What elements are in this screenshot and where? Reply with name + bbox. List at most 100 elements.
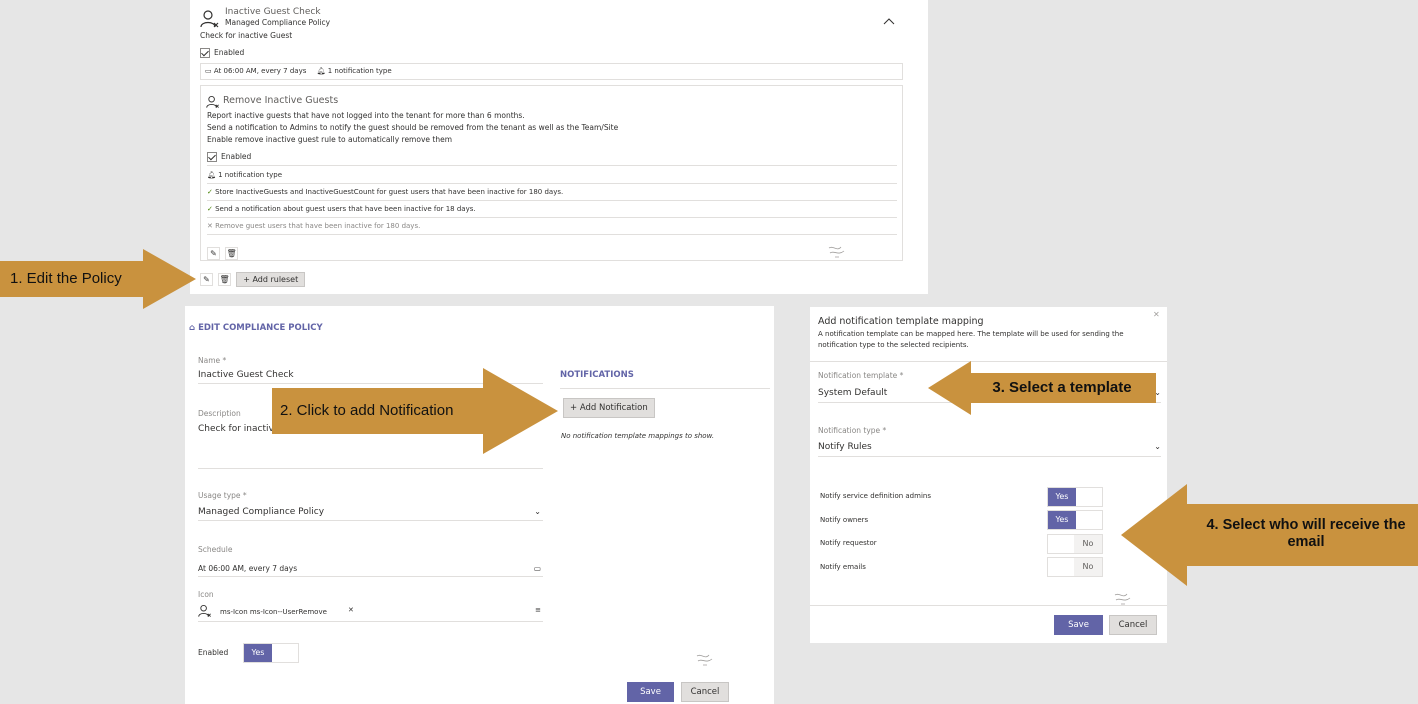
watermark-logo-icon bbox=[696, 654, 713, 666]
name-label: Name * bbox=[198, 356, 227, 365]
schedule-label: Schedule bbox=[198, 545, 233, 554]
toggle-on: Yes bbox=[1048, 488, 1076, 506]
no-mappings-text: No notification template mappings to sho… bbox=[561, 432, 715, 440]
enabled-label: Enabled bbox=[221, 152, 252, 161]
template-label: Notification template * bbox=[818, 371, 904, 380]
notifications-heading: NOTIFICATIONS bbox=[560, 370, 634, 380]
chevron-down-icon: ⌄ bbox=[534, 507, 541, 516]
chevron-up-icon[interactable] bbox=[883, 10, 895, 25]
toggle-service-admins[interactable]: Yes bbox=[1047, 487, 1103, 507]
toggle-off: No bbox=[1074, 558, 1102, 576]
clear-icon[interactable]: ✕ bbox=[348, 606, 354, 614]
rule-text: Remove guest users that have been inacti… bbox=[215, 222, 421, 230]
rule-item: ✕ Remove guest users that have been inac… bbox=[207, 222, 897, 235]
schedule-value: At 06:00 AM, every 7 days bbox=[198, 564, 298, 573]
ruleset-desc-2: Send a notification to Admins to notify … bbox=[207, 123, 619, 132]
dialog-save-button[interactable]: Save bbox=[1054, 615, 1103, 635]
cancel-button[interactable]: Cancel bbox=[681, 682, 729, 702]
plus-icon: + bbox=[570, 403, 578, 413]
save-button[interactable]: Save bbox=[627, 682, 674, 702]
user-remove-icon bbox=[198, 604, 211, 617]
check-icon bbox=[207, 152, 217, 162]
rule-item: ✓ Send a notification about guest users … bbox=[207, 205, 897, 218]
description-label: Description bbox=[198, 409, 241, 418]
plus-icon: + bbox=[243, 275, 250, 284]
ruleset-actions: ✎ 🗑︎ bbox=[207, 241, 239, 260]
rule-item: ✓ Store InactiveGuests and InactiveGuest… bbox=[207, 188, 897, 201]
usage-select[interactable]: Managed Compliance Policy ⌄ bbox=[198, 507, 543, 521]
check-icon bbox=[200, 48, 210, 58]
delete-policy-button[interactable]: 🗑︎ bbox=[218, 273, 232, 286]
callout-step-1: 1. Edit the Policy bbox=[10, 270, 122, 287]
delete-icon[interactable]: 🗑︎ bbox=[225, 247, 239, 260]
dialog-description: A notification template can be mapped he… bbox=[818, 330, 1124, 349]
edit-policy-button[interactable]: ✎ bbox=[200, 273, 213, 286]
policy-actions: ✎ 🗑︎ + Add ruleset bbox=[200, 267, 306, 287]
type-label: Notification type * bbox=[818, 426, 887, 435]
enabled-label: Enabled bbox=[214, 48, 245, 57]
dialog-close-icon[interactable]: ✕ bbox=[1153, 310, 1160, 319]
filter-icon[interactable]: ≡ bbox=[535, 606, 541, 614]
rule-text: Send a notification about guest users th… bbox=[215, 205, 476, 213]
form-heading: ⌂ EDIT COMPLIANCE POLICY bbox=[189, 323, 323, 333]
type-select[interactable]: Notify Rules ⌄ bbox=[818, 442, 1161, 457]
notification-mapping-dialog: ✕ Add notification template mapping A no… bbox=[810, 307, 1167, 643]
enabled-toggle[interactable]: Yes bbox=[243, 643, 299, 663]
notifications-divider bbox=[560, 388, 770, 389]
toggle-owners[interactable]: Yes bbox=[1047, 510, 1103, 530]
dialog-cancel-button[interactable]: Cancel bbox=[1109, 615, 1157, 635]
schedule-input[interactable]: At 06:00 AM, every 7 days ▭ bbox=[198, 564, 543, 577]
calendar-icon: ▭ bbox=[533, 564, 541, 573]
enabled-label: Enabled bbox=[198, 648, 229, 657]
type-value: Notify Rules bbox=[818, 442, 872, 452]
bell-icon: 🔔︎ bbox=[207, 171, 216, 179]
callout-step-2: 2. Click to add Notification bbox=[280, 402, 454, 419]
chevron-down-icon: ⌄ bbox=[1154, 442, 1161, 451]
policy-title: Inactive Guest Check bbox=[225, 7, 321, 17]
policy-card: Inactive Guest Check Managed Compliance … bbox=[190, 0, 928, 294]
schedule-text: At 06:00 AM, every 7 days bbox=[213, 67, 307, 75]
x-icon: ✕ bbox=[207, 222, 213, 230]
ruleset-desc-1: Report inactive guests that have not log… bbox=[207, 111, 525, 120]
add-ruleset-label: Add ruleset bbox=[252, 275, 299, 284]
policy-description: Check for inactive Guest bbox=[200, 31, 293, 40]
ruleset-notification: 🔔︎ 1 notification type bbox=[207, 171, 897, 184]
notification-count: 1 notification type bbox=[327, 67, 392, 75]
option-label: Notify emails bbox=[820, 563, 866, 571]
dialog-footer-divider bbox=[810, 605, 1167, 606]
edit-policy-form: ⌂ EDIT COMPLIANCE POLICY Name * Inactive… bbox=[185, 306, 774, 704]
description-text: Check for inactive bbox=[198, 424, 280, 434]
policy-enabled: Enabled bbox=[200, 48, 244, 58]
watermark-logo-icon bbox=[828, 246, 845, 258]
add-notification-button[interactable]: + Add Notification bbox=[563, 398, 655, 418]
ruleset-desc-3: Enable remove inactive guest rule to aut… bbox=[207, 135, 452, 144]
calendar-icon: ▭ bbox=[205, 67, 212, 75]
toggle-requestor[interactable]: No bbox=[1047, 534, 1103, 554]
icon-value: ms-Icon ms-Icon--UserRemove bbox=[220, 608, 327, 616]
toggle-emails[interactable]: No bbox=[1047, 557, 1103, 577]
toggle-on: Yes bbox=[244, 644, 272, 662]
ruleset-title: Remove Inactive Guests bbox=[223, 95, 339, 106]
option-label: Notify owners bbox=[820, 516, 869, 524]
rule-text: Store InactiveGuests and InactiveGuestCo… bbox=[215, 188, 564, 196]
policy-icon: ⌂ bbox=[189, 323, 196, 333]
add-ruleset-button[interactable]: + Add ruleset bbox=[236, 272, 306, 287]
bell-icon: 🔔︎ bbox=[316, 67, 326, 75]
policy-subtitle: Managed Compliance Policy bbox=[225, 18, 331, 27]
add-notification-label: Add Notification bbox=[579, 403, 648, 413]
toggle-off: No bbox=[1074, 535, 1102, 553]
usage-label: Usage type * bbox=[198, 491, 247, 500]
icon-picker[interactable]: ms-Icon ms-Icon--UserRemove ✕ ≡ bbox=[198, 604, 543, 622]
ruleset-card: Remove Inactive Guests Report inactive g… bbox=[200, 85, 903, 261]
option-label: Notify requestor bbox=[820, 539, 877, 547]
usage-value: Managed Compliance Policy bbox=[198, 507, 325, 517]
user-remove-icon bbox=[206, 95, 219, 108]
ruleset-enabled: Enabled bbox=[207, 152, 897, 166]
option-label: Notify service definition admins bbox=[820, 492, 931, 500]
checkmark-icon: ✓ bbox=[207, 205, 213, 213]
toggle-on: Yes bbox=[1048, 511, 1076, 529]
form-heading-text: EDIT COMPLIANCE POLICY bbox=[198, 323, 323, 333]
checkmark-icon: ✓ bbox=[207, 188, 213, 196]
policy-meta-bar: ▭ At 06:00 AM, every 7 days 🔔︎ 1 notific… bbox=[200, 63, 903, 80]
edit-icon[interactable]: ✎ bbox=[207, 247, 220, 260]
